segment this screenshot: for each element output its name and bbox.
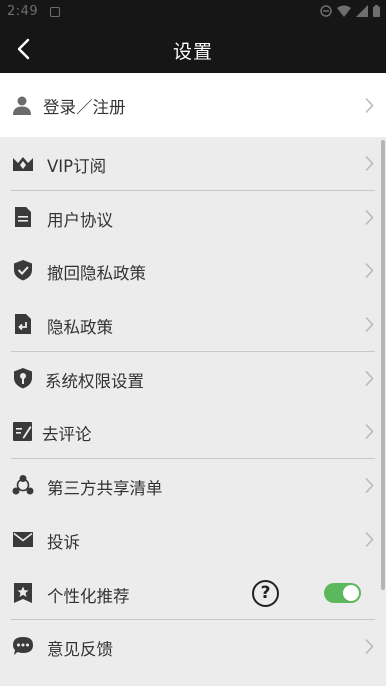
settings-item-label: 隐私政策	[47, 318, 113, 338]
settings-item-privacy-policy[interactable]: 隐私政策	[0, 298, 386, 352]
settings-item-system-permissions[interactable]: 系统权限设置	[0, 352, 386, 406]
login-register-row[interactable]: 登录／注册	[0, 73, 386, 137]
settings-item-label: 去评论	[42, 425, 92, 445]
settings-item-user-agreement[interactable]: 用户协议	[0, 191, 386, 245]
chevron-right-icon	[365, 531, 374, 547]
chat-bubble-icon	[13, 637, 33, 656]
settings-item-personalized-recommendation: 个性化推荐 ?	[0, 567, 386, 621]
status-bar: 2:49	[0, 0, 386, 24]
edit-note-icon	[13, 422, 32, 442]
chevron-right-icon	[365, 424, 374, 440]
shield-check-icon	[14, 260, 32, 281]
settings-item-label: 投诉	[47, 532, 80, 552]
user-icon	[13, 96, 31, 115]
chevron-right-icon	[365, 639, 374, 655]
star-badge-icon	[14, 582, 32, 603]
app-bar: 设置	[0, 24, 386, 73]
settings-item-label: 意见反馈	[47, 640, 113, 660]
shield-key-icon	[14, 367, 32, 389]
settings-item-label: 第三方共享清单	[47, 479, 163, 499]
settings-item-label: 系统权限设置	[45, 371, 144, 391]
vip-crown-icon	[13, 157, 33, 171]
settings-item-label: 用户协议	[47, 210, 113, 230]
chevron-right-icon	[365, 209, 374, 225]
settings-item-label: 撤回隐私政策	[47, 264, 146, 284]
dnd-icon	[320, 5, 332, 17]
settings-item-third-party-list[interactable]: 第三方共享清单	[0, 459, 386, 513]
battery-icon	[373, 5, 380, 17]
settings-item-label: VIP订阅	[47, 157, 107, 176]
chevron-right-icon	[365, 317, 374, 333]
document-icon	[15, 206, 31, 227]
chevron-right-icon	[365, 263, 374, 279]
settings-item-revoke-privacy[interactable]: 撤回隐私政策	[0, 244, 386, 298]
status-time: 2:49	[7, 4, 39, 19]
page-title: 设置	[172, 41, 213, 63]
settings-item-comment[interactable]: 去评论	[0, 405, 386, 460]
share-nodes-icon	[12, 475, 34, 495]
mail-icon	[13, 531, 33, 547]
privacy-return-icon	[15, 314, 31, 335]
scrollbar[interactable]	[381, 140, 385, 590]
chevron-right-icon	[365, 97, 374, 114]
settings-item-complaint[interactable]: 投诉	[0, 513, 386, 567]
chevron-right-icon	[365, 155, 374, 172]
help-question-icon[interactable]: ?	[252, 579, 279, 607]
settings-list: VIP订阅 用户协议 撤回隐私政策 隐私政策 系统权限设置 去评论 第三方共享清…	[0, 137, 386, 674]
chevron-right-icon	[365, 478, 374, 494]
toggle-knob	[343, 584, 359, 601]
signal-icon	[356, 5, 368, 17]
settings-item-feedback[interactable]: 意见反馈	[0, 620, 386, 674]
settings-item-vip[interactable]: VIP订阅	[0, 137, 386, 191]
personalized-recommendation-toggle[interactable]	[324, 582, 361, 603]
notification-icon	[50, 7, 60, 17]
wifi-icon	[337, 5, 351, 17]
chevron-right-icon	[365, 370, 374, 386]
status-icons	[320, 5, 380, 17]
settings-item-label: 个性化推荐	[47, 586, 130, 606]
login-register-label: 登录／注册	[43, 98, 126, 117]
